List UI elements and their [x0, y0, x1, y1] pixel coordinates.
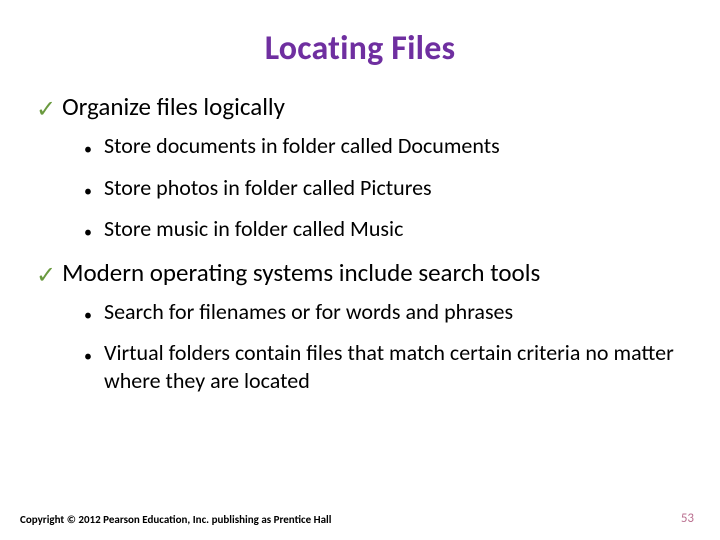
bullet-icon: •: [84, 225, 92, 241]
list-item-text: Virtual folders contain files that match…: [104, 339, 684, 394]
list-item: • Store photos in folder called Pictures: [84, 174, 684, 202]
list-item: • Store documents in folder called Docum…: [84, 132, 684, 160]
section-heading: ✓ Organize files logically: [36, 91, 684, 122]
list-item-text: Store music in folder called Music: [104, 215, 403, 243]
slide: Locating Files ✓ Organize files logicall…: [0, 0, 720, 540]
page-number: 53: [681, 511, 694, 526]
bullet-icon: •: [84, 184, 92, 200]
check-icon: ✓: [36, 264, 56, 288]
list-item-text: Store documents in folder called Documen…: [104, 132, 500, 160]
bullet-icon: •: [84, 349, 92, 365]
check-icon: ✓: [36, 98, 56, 122]
section-heading-text: Modern operating systems include search …: [62, 257, 540, 288]
list-item-text: Store photos in folder called Pictures: [104, 174, 432, 202]
slide-title: Locating Files: [36, 28, 684, 69]
section-heading: ✓ Modern operating systems include searc…: [36, 257, 684, 288]
list-item: • Search for filenames or for words and …: [84, 298, 684, 326]
sub-list: • Store documents in folder called Docum…: [84, 132, 684, 243]
section-heading-text: Organize files logically: [62, 91, 285, 122]
sub-list: • Search for filenames or for words and …: [84, 298, 684, 395]
copyright-text: Copyright © 2012 Pearson Education, Inc.…: [20, 513, 331, 526]
list-item: • Virtual folders contain files that mat…: [84, 339, 684, 394]
bullet-icon: •: [84, 308, 92, 324]
bullet-icon: •: [84, 142, 92, 158]
list-item: • Store music in folder called Music: [84, 215, 684, 243]
list-item-text: Search for filenames or for words and ph…: [104, 298, 513, 326]
